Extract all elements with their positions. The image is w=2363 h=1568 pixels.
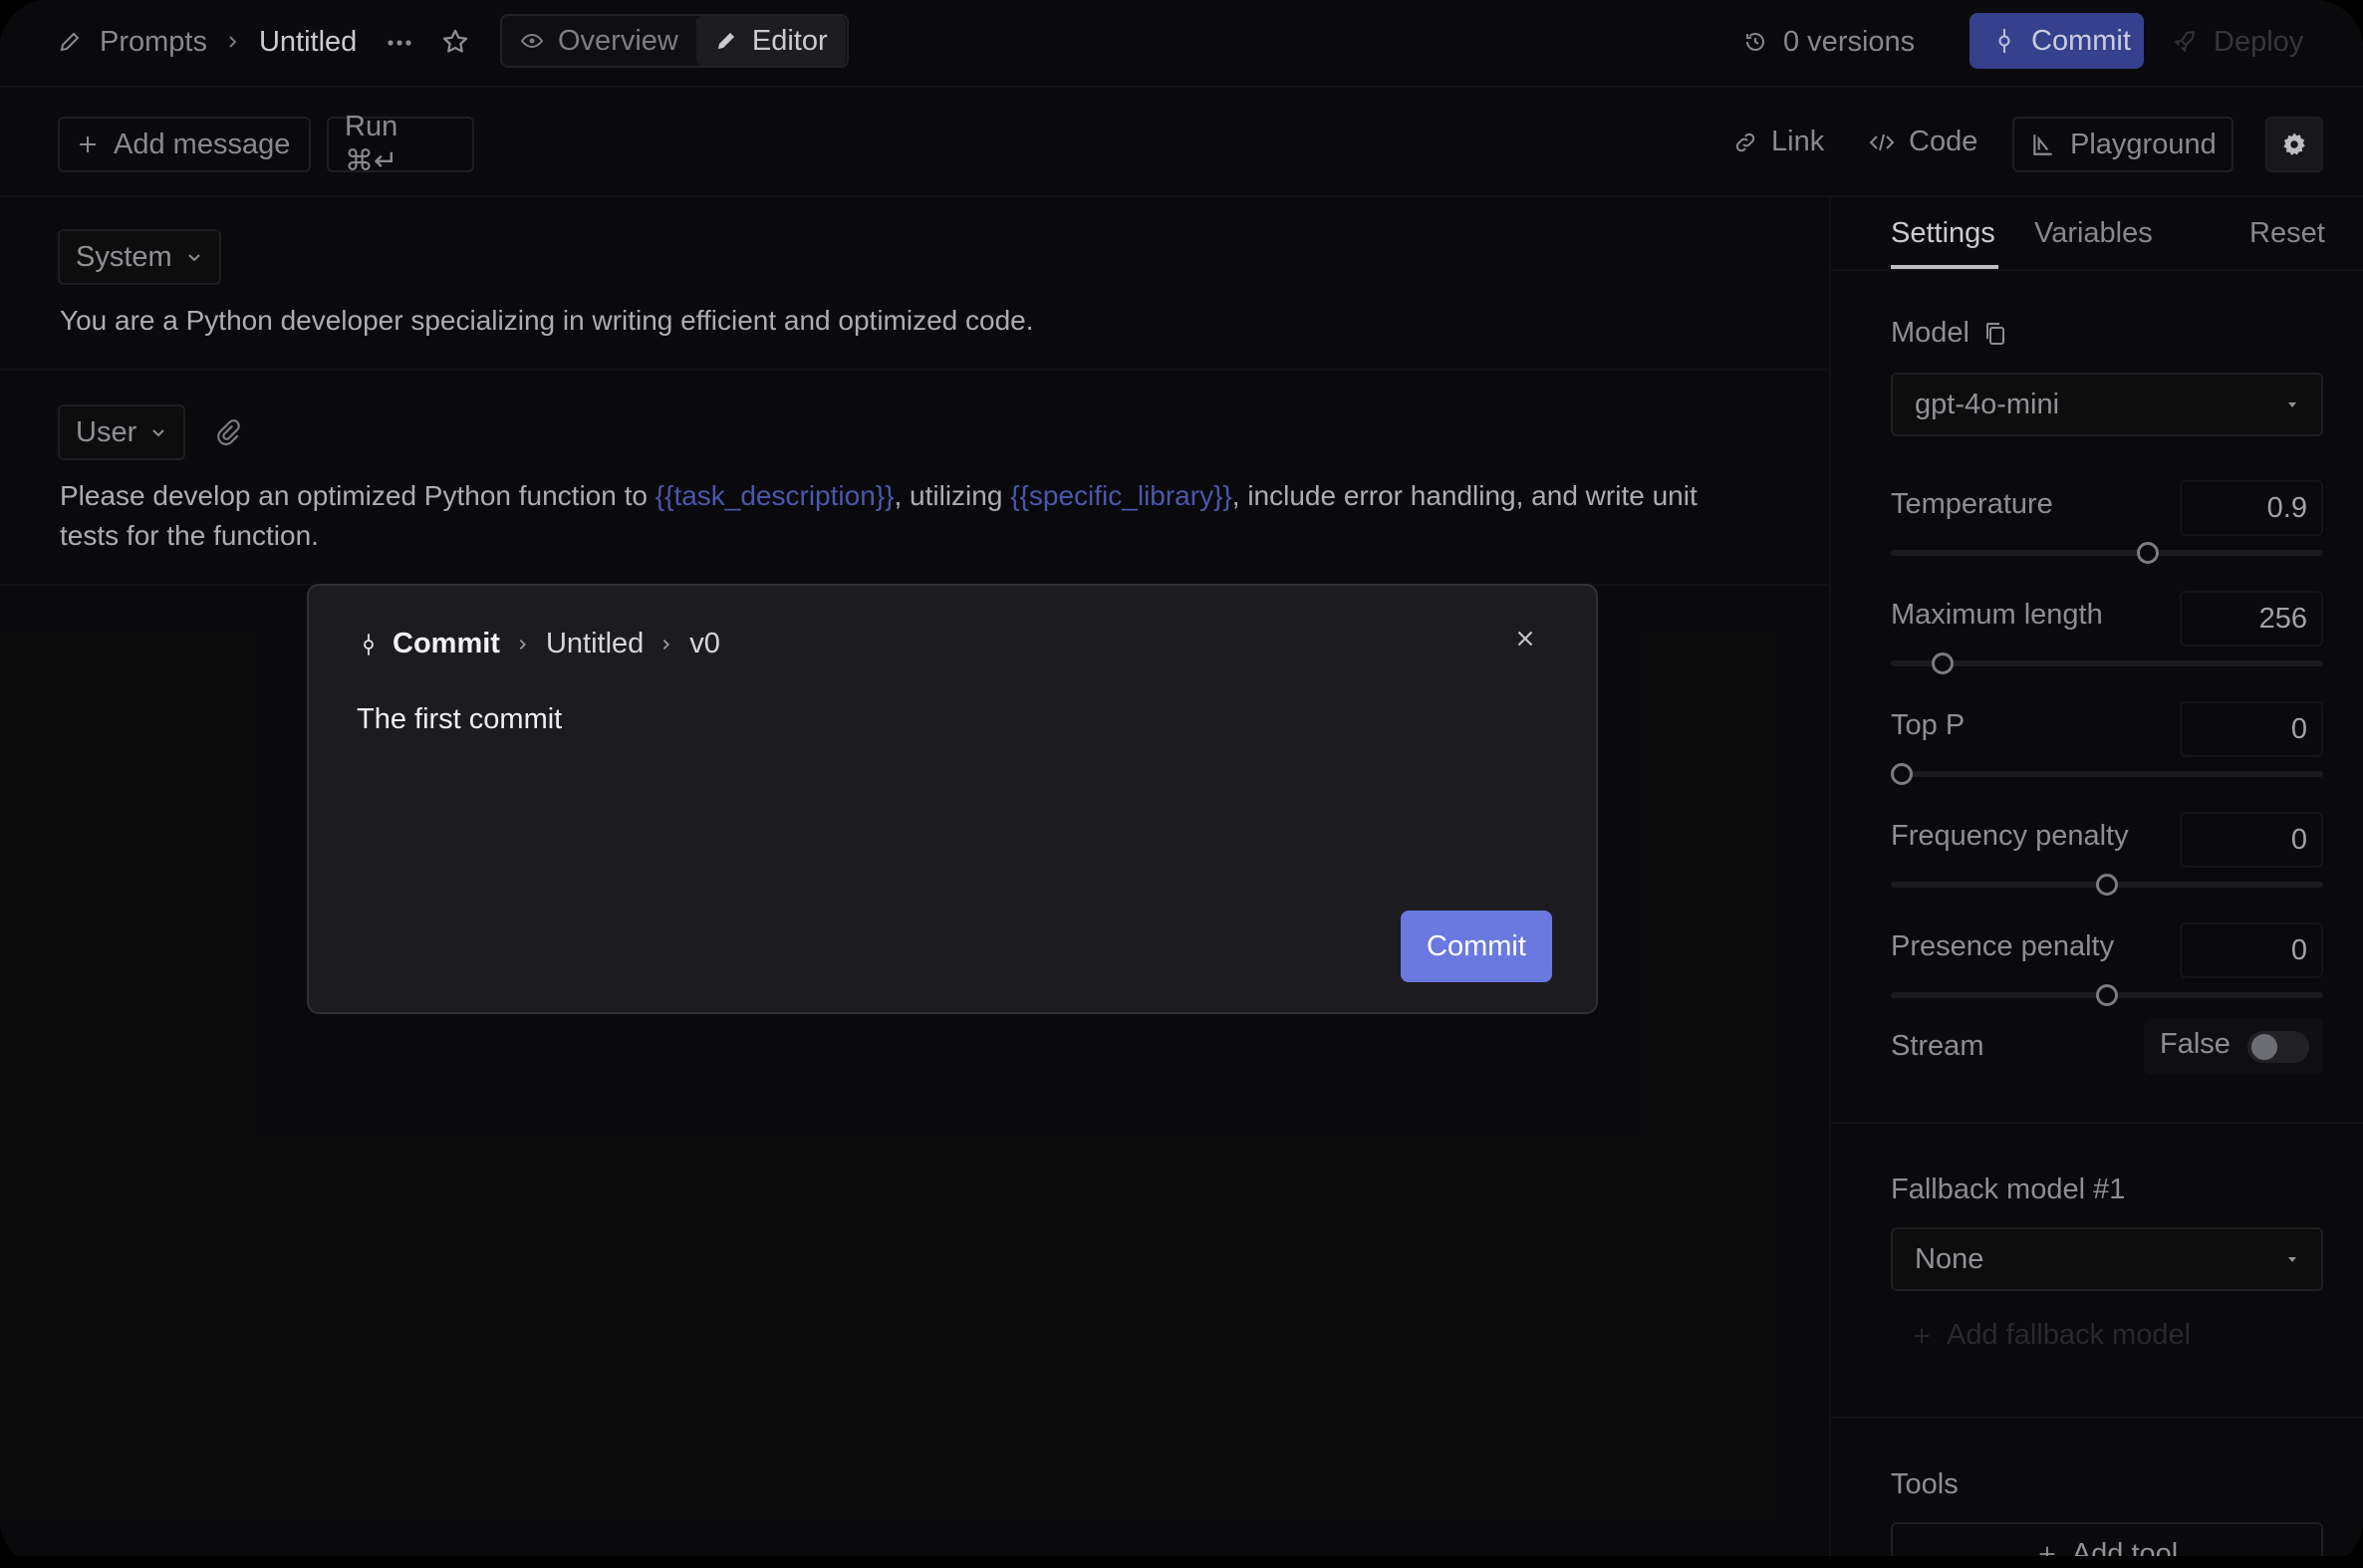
chevron-right-icon xyxy=(516,638,530,652)
dialog-crumb-commit: Commit xyxy=(393,628,500,659)
close-icon[interactable] xyxy=(1512,626,1538,652)
commit-message-input[interactable]: The first commit xyxy=(357,703,1532,883)
chevron-right-icon xyxy=(659,638,673,652)
app-window: Prompts Untitled Overview Editor 0 versi… xyxy=(0,0,2363,1568)
commit-dialog-submit-button[interactable]: Commit xyxy=(1401,911,1552,982)
commit-dialog: Commit Untitled v0 The first commit Comm… xyxy=(307,584,1598,1014)
commit-dialog-breadcrumb: Commit Untitled v0 xyxy=(361,628,720,660)
commit-icon xyxy=(361,632,377,657)
dialog-crumb-version: v0 xyxy=(689,628,720,659)
dialog-crumb-untitled: Untitled xyxy=(545,628,645,659)
commit-dialog-submit-label: Commit xyxy=(1427,929,1526,962)
